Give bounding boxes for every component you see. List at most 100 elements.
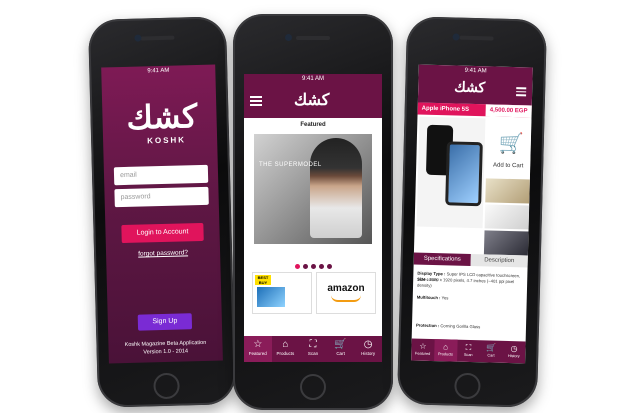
featured-banner[interactable]: THE SUPERMODEL: [254, 134, 372, 244]
front-camera: [452, 33, 460, 41]
tab-label: Scan: [463, 352, 473, 358]
tab-scan[interactable]: ⛶ Scan: [457, 340, 480, 363]
tab-cart[interactable]: 🛒 Cart: [327, 336, 355, 362]
app-bar: 9:41 AM كشك: [244, 74, 382, 118]
tab-label: Products: [276, 351, 295, 356]
tab-scan[interactable]: ⛶ Scan: [299, 336, 327, 362]
spec-multitouch: Multitouch : Yes: [417, 295, 523, 303]
app-bar-logo: كشك: [294, 90, 330, 109]
email-field[interactable]: email: [113, 164, 209, 186]
clock-icon: ◷: [510, 344, 518, 354]
clock-icon: ◷: [363, 339, 373, 350]
home-button[interactable]: [300, 374, 326, 400]
amazon-smile-icon: [331, 295, 361, 302]
phone-front-image: [445, 141, 483, 207]
tab-label: Cart: [336, 351, 345, 356]
app-bar-logo: كشك: [454, 79, 486, 97]
product-image[interactable]: [416, 116, 486, 229]
tab-label: Featured: [415, 351, 431, 356]
thumbnail-list: [483, 178, 530, 257]
login-screen: 9:41 AM كشك KOSHK email password Login t…: [101, 64, 223, 364]
carousel-dot[interactable]: [294, 264, 300, 269]
status-bar-time: 9:41 AM: [147, 67, 170, 75]
tab-label: Scan: [307, 351, 319, 356]
home-button[interactable]: [454, 372, 481, 400]
tab-label: Cart: [487, 353, 495, 358]
front-camera: [285, 34, 292, 41]
home-button[interactable]: [153, 372, 180, 400]
signup-button[interactable]: Sign Up: [137, 313, 193, 331]
tab-products[interactable]: ⌂ Products: [272, 336, 300, 362]
logo-glyph: كشك: [126, 97, 198, 137]
bestbuy-logo: BEST BUY: [255, 275, 271, 285]
bestbuy-ad[interactable]: BEST BUY: [252, 272, 312, 314]
bottom-tab-bar: ☆ Featured ⌂ Products ⛶ Scan 🛒 Cart ◷ History: [411, 338, 526, 364]
amazon-logo: amazon: [327, 283, 365, 294]
tab-specifications[interactable]: Specifications: [413, 252, 471, 266]
footer-version: Version 1.0 - 2014: [143, 348, 189, 356]
star-icon: ☆: [253, 339, 263, 350]
tag-icon: ⌂: [282, 339, 289, 350]
amazon-ad[interactable]: amazon: [316, 272, 376, 314]
spec-size: Size : 1080 x 1920 pixels, 4.7 inches (~…: [417, 277, 523, 291]
scan-icon: ⛶: [465, 342, 472, 353]
tab-label: Products: [437, 352, 454, 357]
tab-featured[interactable]: ☆ Featured: [244, 336, 272, 362]
section-title: Featured: [300, 122, 326, 128]
carousel-dot[interactable]: [302, 264, 308, 269]
spec-value: Yes: [441, 295, 449, 301]
add-to-cart-button[interactable]: 🛒 Add to Cart: [485, 118, 532, 180]
tab-history[interactable]: ◷ History: [502, 341, 525, 364]
speaker-grille: [459, 35, 494, 41]
logo-word: KOSHK: [147, 135, 187, 146]
bottom-tab-bar: ☆ Featured ⌂ Products ⛶ Scan 🛒 Cart ◷ History: [244, 336, 382, 362]
carousel-dot[interactable]: [318, 264, 324, 269]
thumbnail[interactable]: [483, 230, 529, 256]
tab-label: History: [361, 351, 376, 356]
login-button[interactable]: Login to Account: [121, 222, 204, 244]
model-image: [310, 138, 362, 238]
tab-cart[interactable]: 🛒 Cart: [479, 340, 502, 363]
app-bar: 9:41 AM كشك: [417, 64, 533, 106]
product-price: 4,500.00 EGP: [485, 104, 532, 118]
status-bar-time: 9:41 AM: [301, 76, 324, 82]
menu-icon[interactable]: [516, 87, 527, 98]
phone-product: 9:41 AM كشك Apple iPhone 5S 4,500.00 EGP…: [396, 16, 548, 408]
password-field[interactable]: password: [114, 186, 209, 208]
phone-login: 9:41 AM كشك KOSHK email password Login t…: [87, 16, 237, 408]
thumbnail[interactable]: [484, 204, 530, 230]
menu-icon[interactable]: [250, 96, 262, 108]
tag-icon: ⌂: [443, 342, 449, 352]
tab-featured[interactable]: ☆ Featured: [411, 338, 434, 361]
product-name: Apple iPhone 5S: [421, 105, 470, 113]
speaker-grille: [140, 35, 175, 41]
phone-featured: 9:41 AM كشك Featured THE SUPERMODEL BEST…: [233, 14, 393, 410]
spec-protection: Protection : Corning Gorilla Glass: [416, 323, 522, 331]
banner-title: THE SUPERMODEL: [259, 162, 322, 168]
spec-label: Protection :: [415, 322, 440, 329]
forgot-password-link[interactable]: forgot password?: [106, 248, 220, 258]
spec-label: Multitouch :: [416, 294, 441, 301]
product-header: Apple iPhone 5S 4,500.00 EGP: [417, 102, 532, 118]
scan-icon: ⛶: [309, 339, 317, 350]
tab-description[interactable]: Description: [470, 253, 528, 268]
cart-icon: 🛒: [334, 339, 347, 350]
carousel-dot[interactable]: [310, 264, 316, 269]
add-to-cart-label: Add to Cart: [492, 162, 524, 170]
cart-icon: 🛒: [486, 343, 497, 353]
koshk-logo: كشك KOSHK: [120, 97, 199, 147]
tab-products[interactable]: ⌂ Products: [433, 339, 458, 362]
tab-history[interactable]: ◷ History: [354, 336, 382, 362]
spec-label: Size :: [417, 276, 429, 282]
star-icon: ☆: [419, 341, 427, 351]
tab-label: Featured: [248, 351, 267, 356]
tab-label: History: [507, 353, 520, 359]
spec-value: Corning Gorilla Glass: [440, 323, 481, 330]
front-camera: [134, 34, 142, 42]
tv-image: [257, 287, 285, 307]
thumbnail[interactable]: [485, 178, 530, 204]
speaker-grille: [296, 36, 330, 40]
cart-icon: 🛒: [498, 132, 524, 156]
status-bar-time: 9:41 AM: [464, 67, 487, 75]
carousel-dot[interactable]: [326, 264, 332, 269]
